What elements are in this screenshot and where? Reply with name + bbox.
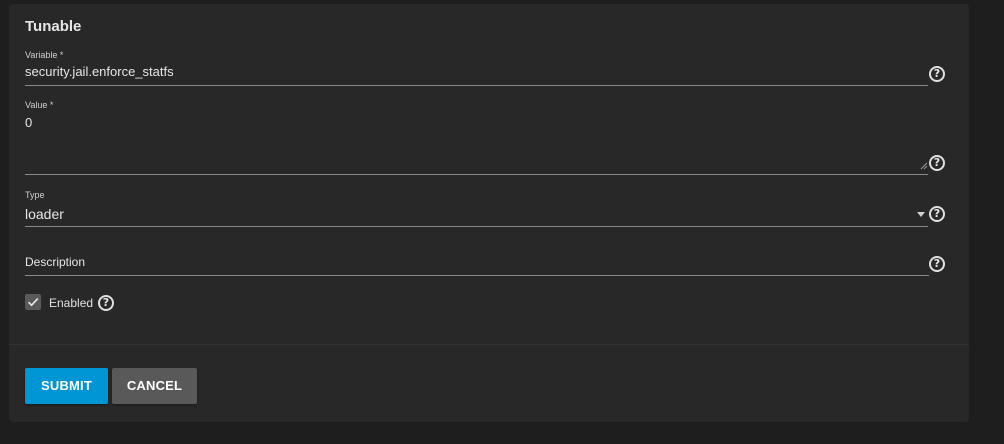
value-label: Value * bbox=[25, 100, 54, 110]
type-label: Type bbox=[25, 190, 45, 200]
variable-underline bbox=[25, 85, 928, 86]
value-textarea[interactable]: 0 bbox=[25, 115, 928, 131]
tunable-form-card: Tunable Variable * security.jail.enforce… bbox=[9, 4, 969, 422]
form-title: Tunable bbox=[25, 18, 82, 35]
chevron-down-icon[interactable] bbox=[917, 212, 925, 217]
variable-label: Variable * bbox=[25, 50, 64, 60]
description-input[interactable]: Description bbox=[25, 254, 929, 270]
type-help-icon[interactable]: ? bbox=[929, 206, 945, 222]
checkmark-icon bbox=[27, 298, 39, 307]
description-field[interactable]: Description bbox=[25, 254, 929, 276]
enabled-checkbox[interactable] bbox=[25, 294, 41, 310]
variable-help-icon[interactable]: ? bbox=[929, 66, 945, 82]
submit-button[interactable]: SUBMIT bbox=[25, 368, 108, 404]
description-underline bbox=[25, 275, 929, 276]
value-help-icon[interactable]: ? bbox=[929, 155, 945, 171]
type-selected-value[interactable]: loader bbox=[25, 206, 928, 222]
variable-input[interactable]: security.jail.enforce_statfs bbox=[25, 64, 928, 80]
variable-field[interactable]: Variable * security.jail.enforce_statfs bbox=[25, 50, 928, 86]
description-help-icon[interactable]: ? bbox=[929, 256, 945, 272]
enabled-help-icon[interactable]: ? bbox=[98, 295, 114, 311]
textarea-resize-handle[interactable] bbox=[920, 162, 928, 170]
cancel-button[interactable]: CANCEL bbox=[112, 368, 197, 404]
type-underline bbox=[25, 226, 928, 227]
type-select[interactable]: Type loader bbox=[25, 190, 928, 227]
value-field[interactable]: Value * 0 bbox=[25, 100, 928, 175]
value-underline bbox=[25, 174, 928, 175]
actions-divider bbox=[9, 344, 969, 345]
enabled-label: Enabled bbox=[49, 296, 94, 310]
